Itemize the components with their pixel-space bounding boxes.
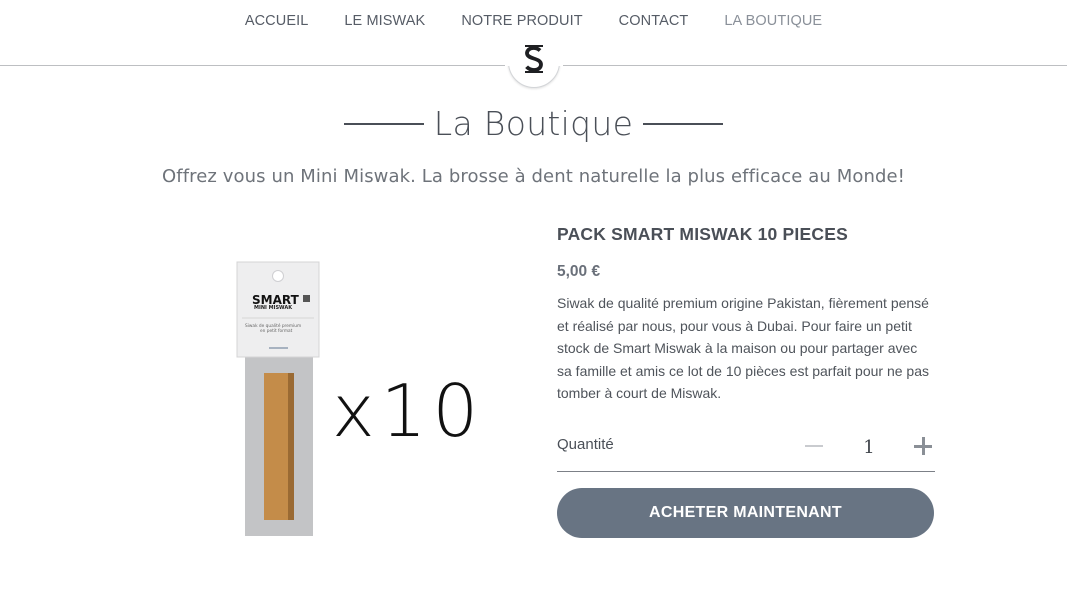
miswak-stick-shade (288, 373, 294, 520)
title-rule-right (643, 122, 724, 125)
nav-item-accueil[interactable]: ACCUEIL (245, 13, 309, 29)
page-title: La Boutique (433, 104, 634, 143)
page-subtitle: Offrez vous un Mini Miswak. La brosse à … (162, 166, 905, 187)
nav-item-la-boutique[interactable]: LA BOUTIQUE (724, 13, 822, 29)
product-price: 5,00 € (557, 263, 601, 280)
logo-s-icon (525, 45, 543, 73)
quantity-label: Quantité (557, 436, 614, 453)
product-description: Siwak de qualité premium origine Pakista… (557, 295, 929, 402)
product-image: SMART MINI MISWAK Siwak de qualité premi… (236, 261, 480, 536)
product-details: PACK SMART MISWAK 10 PIECES 5,00 € Siwak… (557, 224, 935, 405)
nav-item-contact[interactable]: CONTACT (619, 13, 689, 29)
package-tagline-2: en petit format (260, 328, 293, 334)
package-tagline-1: Siwak de qualité premium (245, 322, 301, 329)
quantity-decrease-button[interactable] (803, 432, 827, 460)
title-rule-left (343, 122, 424, 125)
nav-item-notre-produit[interactable]: NOTRE PRODUIT (461, 13, 582, 29)
minus-icon (805, 445, 823, 447)
buy-now-button[interactable]: ACHETER MAINTENANT (557, 488, 934, 538)
multiplier-text: x10 (332, 369, 480, 453)
hang-hole (272, 270, 284, 282)
brand-square (303, 295, 310, 302)
package-line: MINI MISWAK (254, 305, 293, 311)
quantity-selector: Quantité 1 (557, 432, 935, 472)
plus-icon-vertical (921, 437, 925, 455)
nav-item-le-miswak[interactable]: LE MISWAK (344, 13, 425, 29)
quantity-increase-button[interactable] (911, 432, 935, 460)
nav-menu: ACCUEIL LE MISWAK NOTRE PRODUIT CONTACT … (0, 13, 1067, 29)
product-name: PACK SMART MISWAK 10 PIECES (557, 224, 848, 244)
page-title-block: La Boutique (0, 104, 1067, 143)
quantity-value[interactable]: 1 (849, 437, 889, 458)
